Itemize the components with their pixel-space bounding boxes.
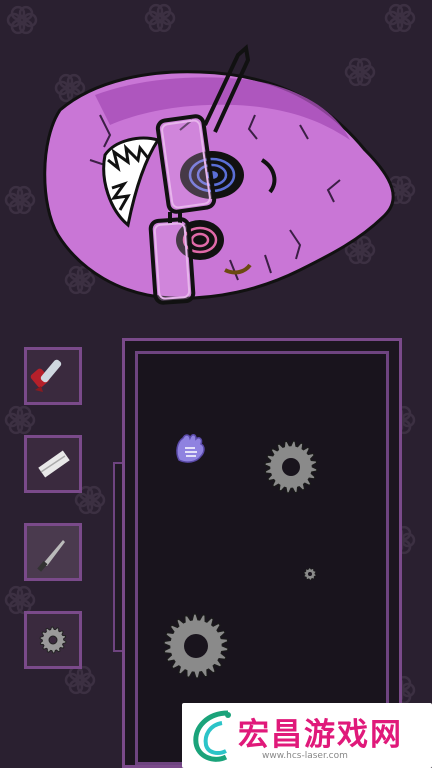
knife-icon: [27, 526, 79, 578]
blade-icon: [38, 450, 70, 478]
large-gear-icon[interactable]: [262, 438, 320, 496]
dragon-logo-icon: [193, 710, 231, 762]
watermark-title: 宏昌游戏网: [238, 717, 403, 753]
watermark-url: www.hcs-laser.com: [262, 751, 348, 761]
inventory-slot-chainsaw[interactable]: [24, 347, 82, 405]
medium-gear-icon[interactable]: [160, 610, 232, 682]
inventory-slot-knife[interactable]: [24, 523, 82, 581]
inventory-slot-gear[interactable]: [24, 611, 82, 669]
purple-glove-icon[interactable]: [173, 430, 207, 466]
gear-icon: [39, 626, 67, 654]
chainsaw-icon: [30, 359, 62, 392]
watermark-banner: 宏昌游戏网 www.hcs-laser.com: [182, 703, 432, 768]
inventory-slot-blade[interactable]: [24, 435, 82, 493]
small-gear-icon[interactable]: [303, 567, 317, 581]
